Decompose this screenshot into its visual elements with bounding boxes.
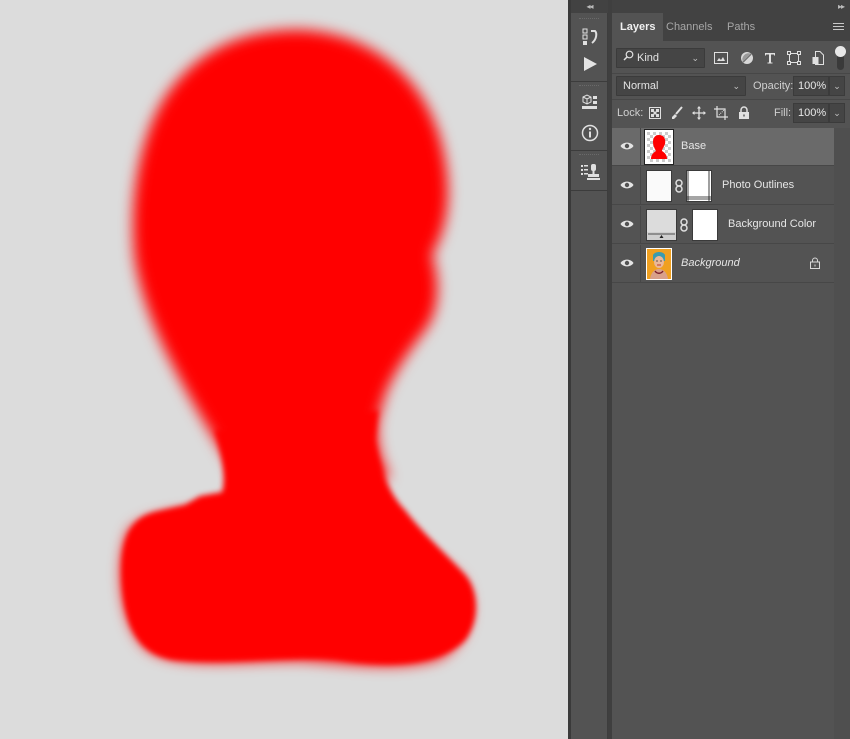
eye-icon[interactable] — [620, 141, 634, 151]
layer-thumbnail-background[interactable] — [646, 248, 672, 280]
silhouette-artwork — [121, 29, 476, 666]
lock-position-button[interactable] — [691, 105, 707, 121]
link-chain-icon[interactable] — [675, 179, 683, 193]
actions-button[interactable] — [577, 53, 603, 75]
adjustment-filter-icon — [741, 52, 753, 64]
filter-kind-dropdown[interactable]: Kind ⌄ — [616, 48, 705, 68]
divider — [612, 73, 850, 74]
lock-artboard-icon — [714, 106, 728, 120]
adjustment-filter-button[interactable] — [738, 49, 756, 67]
blend-mode-dropdown[interactable]: Normal ⌄ — [616, 76, 746, 96]
menu-icon — [833, 23, 844, 24]
expand-panels-button[interactable]: ▸▸ — [838, 0, 845, 13]
tool-group-separator — [571, 81, 608, 82]
menu-icon-line — [833, 26, 844, 27]
clone-source-icon — [581, 164, 600, 180]
pixel-filter-icon — [714, 52, 728, 64]
opacity-slider-button[interactable]: ⌄ — [829, 76, 845, 96]
lock-artboard-button[interactable] — [713, 105, 729, 121]
chevron-down-icon: ⌄ — [691, 53, 699, 63]
layer-name: Background Color — [728, 218, 817, 230]
visibility-column — [612, 206, 641, 244]
drag-grip[interactable] — [579, 85, 599, 87]
eye-icon[interactable] — [620, 219, 634, 229]
chevron-down-icon: ⌄ — [732, 81, 740, 91]
mask-outline-lines — [687, 171, 711, 201]
layer-thumbnail-solid-color[interactable] — [646, 209, 677, 241]
red-silhouette-thumbnail — [647, 132, 671, 162]
history-button[interactable] — [577, 26, 603, 48]
solid-color-fill-icon — [647, 232, 676, 240]
pixel-filter-button[interactable] — [712, 49, 730, 67]
tab-paths[interactable]: Paths — [719, 13, 763, 41]
lock-transparent-pixels-button[interactable] — [647, 105, 663, 121]
tool-group-separator — [571, 150, 608, 151]
visibility-column — [612, 128, 641, 166]
shape-filter-button[interactable] — [785, 49, 803, 67]
layer-name: Base — [681, 140, 707, 152]
layer-row-background[interactable]: Background — [612, 245, 834, 283]
smart-object-filter-icon — [812, 51, 824, 65]
layer-thumbnail-base[interactable] — [644, 129, 674, 165]
layer-row-base[interactable]: Base — [612, 128, 834, 166]
tab-layers[interactable]: Layers — [612, 13, 664, 41]
clone-source-button[interactable] — [577, 161, 603, 183]
lock-all-icon — [739, 106, 749, 119]
eye-icon[interactable] — [620, 258, 634, 268]
tool-group-separator — [571, 190, 608, 191]
panel-tabs: Layers Channels Paths — [612, 13, 850, 41]
drag-grip[interactable] — [579, 154, 599, 156]
lock-image-pixels-button[interactable] — [669, 105, 685, 121]
eye-icon[interactable] — [620, 180, 634, 190]
visibility-column — [612, 245, 641, 283]
filter-toggle-knob — [835, 46, 846, 57]
search-icon — [623, 49, 634, 67]
lock-image-pixels-icon — [672, 106, 683, 119]
layers-panel: ▸▸ Layers Channels Paths Kind ⌄ Normal ⌄ — [612, 0, 850, 739]
layer-lock-icon[interactable] — [810, 257, 820, 269]
opacity-label: Opacity: — [753, 80, 794, 92]
layer-name: Photo Outlines — [722, 179, 795, 191]
opacity-input[interactable]: 100% — [793, 76, 829, 96]
fill-input[interactable]: 100% — [793, 103, 829, 123]
layer-mask-thumbnail[interactable] — [686, 170, 712, 202]
filter-toggle[interactable] — [834, 45, 846, 71]
layer-name: Background — [681, 257, 740, 269]
lock-position-icon — [692, 106, 706, 120]
visibility-column — [612, 167, 641, 205]
layer-mask-thumbnail[interactable] — [692, 209, 718, 241]
lock-all-button[interactable] — [736, 105, 752, 121]
portrait-photo-thumbnail — [647, 249, 671, 279]
tab-channels[interactable]: Channels — [658, 13, 720, 41]
info-icon — [581, 124, 599, 142]
link-chain-icon[interactable] — [680, 218, 688, 232]
history-icon — [582, 28, 598, 45]
divider — [612, 99, 850, 100]
info-button[interactable] — [577, 122, 603, 144]
panel-tool-strip: ◂◂ — [571, 0, 608, 739]
lock-label: Lock: — [617, 107, 644, 119]
blend-mode-value: Normal — [623, 80, 659, 92]
fill-label: Fill: — [774, 107, 792, 119]
drag-grip[interactable] — [579, 18, 599, 20]
type-filter-button[interactable] — [761, 49, 779, 67]
document-canvas[interactable] — [0, 0, 568, 739]
menu-icon-line — [833, 29, 844, 30]
fill-slider-button[interactable]: ⌄ — [829, 103, 845, 123]
shape-filter-icon — [787, 51, 801, 65]
panel-header-strip: ▸▸ — [612, 0, 850, 13]
properties-3d-icon — [582, 94, 597, 109]
filter-kind-label: Kind — [637, 52, 660, 64]
actions-play-icon — [584, 57, 597, 71]
layers-scrollbar-track[interactable] — [834, 128, 850, 739]
smart-object-filter-button[interactable] — [809, 49, 827, 67]
lock-transparent-pixels-icon — [649, 107, 661, 119]
panel-menu-button[interactable] — [833, 23, 844, 31]
3d-properties-button[interactable] — [577, 92, 603, 114]
layer-row-photo-outlines[interactable]: Photo Outlines — [612, 167, 834, 205]
layer-thumbnail-photo-outlines[interactable] — [646, 170, 672, 202]
type-filter-icon — [765, 53, 775, 64]
collapse-dock-button[interactable]: ◂◂ — [571, 0, 608, 13]
layer-row-background-color[interactable]: Background Color — [612, 206, 834, 244]
